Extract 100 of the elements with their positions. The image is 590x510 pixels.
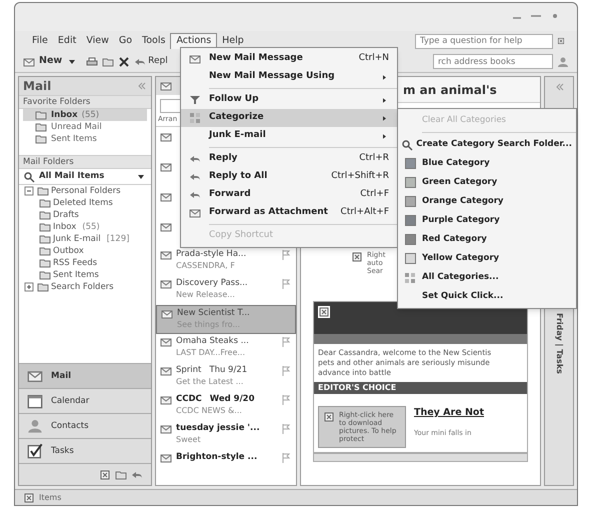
menu-item[interactable]: Blue Category (398, 154, 576, 173)
menu-item[interactable]: Red Category (398, 230, 576, 249)
grid-icon (404, 272, 416, 284)
menu[interactable]: File (27, 33, 53, 49)
menu-item[interactable]: Purple Category (398, 211, 576, 230)
preview-text: CASSENDRA, F (176, 260, 236, 271)
message-item[interactable]: CCDC Wed 9/20 CCDC NEWS &... (156, 392, 296, 421)
menu[interactable]: Go (114, 33, 138, 49)
picture-icon (318, 306, 330, 318)
folder-icon (39, 269, 51, 281)
preview-text: New Release... (176, 289, 236, 300)
grid-icon (189, 112, 201, 124)
reply-icon (189, 153, 201, 165)
envelope-icon (160, 336, 172, 348)
sender: Sprint (176, 365, 202, 376)
menu-item[interactable]: Yellow Category (398, 249, 576, 268)
reply-button[interactable]: Repl (134, 54, 168, 68)
expand-icon[interactable] (23, 281, 35, 293)
message-item[interactable]: Omaha Steaks ... LAST DAY...Free... (156, 334, 296, 363)
collapse-icon[interactable] (23, 185, 35, 197)
menu[interactable]: Tools (137, 33, 170, 49)
menu-item[interactable]: Forward Ctrl+F (181, 186, 397, 204)
folder-item[interactable]: Deleted Items (53, 196, 113, 210)
preview-text: Get the Latest ... (176, 376, 244, 387)
folder-count: [129] (106, 232, 130, 246)
menu[interactable]: Actions (170, 33, 218, 49)
menu-item[interactable]: Junk E-mail (181, 127, 397, 145)
folder-item[interactable]: Drafts (53, 208, 79, 222)
menu-item[interactable]: New Mail Message Using (181, 68, 397, 86)
envelope-icon (160, 249, 172, 261)
message-item[interactable]: Discovery Pass... New Release... (156, 276, 296, 305)
sender: tuesday jessie '... (176, 423, 260, 434)
envelope-icon (23, 56, 35, 68)
menu-item[interactable]: Reply Ctrl+R (181, 150, 397, 168)
new-button[interactable]: New (19, 54, 82, 69)
pane-title: Mail (23, 78, 52, 95)
envelope-icon (160, 452, 172, 464)
folder-item[interactable]: Sent Items (53, 268, 99, 282)
nav-button[interactable]: Contacts (19, 413, 151, 438)
envelope-icon (189, 207, 201, 219)
menu[interactable]: Help (217, 33, 249, 49)
reply-icon (189, 189, 201, 201)
headline-link[interactable]: They Are Not (414, 406, 484, 420)
sender: New Scientist T... (177, 308, 250, 319)
menu-item[interactable]: Orange Category (398, 192, 576, 211)
flag-icon (280, 249, 292, 261)
nav-button[interactable]: Calendar (19, 388, 151, 413)
notes-icon (99, 468, 111, 480)
help-search-field[interactable]: Type a question for help (415, 34, 553, 48)
address-book-icon (557, 56, 569, 68)
folder-icon (37, 185, 49, 197)
sender: Prada-style Ha... (176, 249, 246, 260)
items-icon (23, 492, 35, 504)
folder-icon (102, 56, 114, 68)
folder-icon (39, 245, 51, 257)
search-icon (401, 138, 414, 150)
menu[interactable]: View (81, 33, 114, 49)
folder-count: (55) (82, 220, 100, 234)
folder-item[interactable]: Junk E-mail (53, 232, 101, 246)
nav-button[interactable]: Tasks (19, 438, 151, 463)
menu-item[interactable]: Categorize (181, 109, 397, 127)
folder-item[interactable]: Outbox (53, 244, 84, 258)
folder-item[interactable]: RSS Feeds (53, 256, 98, 270)
folder-icon (37, 281, 49, 293)
menu-item[interactable]: All Categories... (398, 268, 576, 287)
section-title: EDITOR'S CHOICE (314, 382, 527, 394)
menu-item[interactable]: Follow Up (181, 91, 397, 109)
menu-item[interactable]: New Mail Message Ctrl+N (181, 50, 397, 68)
nav-button[interactable]: Mail (19, 363, 151, 388)
menu[interactable]: Edit (52, 33, 82, 49)
message-item[interactable]: tuesday jessie '... Sweet (156, 421, 296, 450)
flag-icon (280, 278, 292, 290)
envelope-icon (160, 131, 172, 143)
view-dropdown[interactable]: All Mail Items (19, 169, 151, 185)
print-icon (86, 56, 98, 68)
menu-item[interactable]: Set Quick Click... (398, 287, 576, 306)
menu-item[interactable]: Forward as Attachment Ctrl+Alt+F (181, 204, 397, 222)
folder-item[interactable]: Unread Mail (23, 121, 147, 133)
envelope-icon (161, 308, 173, 320)
message-item[interactable]: Sprint Thu 9/21 Get the Latest ... (156, 363, 296, 392)
message-item[interactable]: Prada-style Ha... CASSENDRA, F (156, 247, 296, 276)
folder-item[interactable]: Sent Items (23, 133, 147, 145)
todo-bar-label: Friday | Tasks (554, 313, 565, 374)
folder-item[interactable]: Inbox (55) (23, 109, 147, 121)
folder-item[interactable]: Personal Folders (51, 184, 121, 198)
sender: Discovery Pass... (176, 278, 248, 289)
tasks-icon (27, 443, 43, 459)
folder-icon (39, 221, 51, 233)
envelope-icon (160, 423, 172, 435)
folder-item[interactable]: Inbox (53, 220, 76, 234)
address-book-search-field[interactable]: rch address books (433, 54, 553, 69)
section-header: Mail Folders (19, 155, 151, 169)
menu-item[interactable]: Green Category (398, 173, 576, 192)
folder-item[interactable]: Search Folders (51, 280, 114, 294)
message-item[interactable]: Brighton-style ... (156, 450, 296, 479)
date: Wed 9/20 (210, 394, 255, 405)
envelope-icon (160, 394, 172, 406)
menu-item[interactable]: Create Category Search Folder... (398, 135, 576, 154)
menu-item[interactable]: Reply to All Ctrl+Shift+R (181, 168, 397, 186)
horizontal-scrollbar[interactable] (313, 453, 528, 462)
